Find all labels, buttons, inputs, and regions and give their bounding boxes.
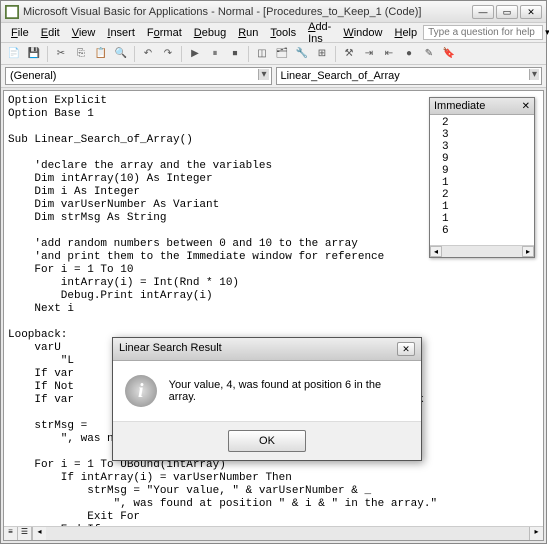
menu-view[interactable]: View xyxy=(66,25,102,41)
menu-debug[interactable]: Debug xyxy=(188,25,232,41)
undo-button[interactable]: ↶ xyxy=(139,45,157,63)
save-button[interactable]: 💾 xyxy=(25,45,43,63)
view-tab2-icon[interactable]: ☰ xyxy=(18,527,32,540)
menu-edit[interactable]: Edit xyxy=(35,25,66,41)
outdent-button[interactable]: ⇤ xyxy=(380,45,398,63)
dropdown-row: (General) Linear_Search_of_Array xyxy=(1,65,546,88)
immediate-value: 6 xyxy=(434,225,530,237)
scroll-left-icon[interactable]: ◂ xyxy=(32,527,46,540)
ok-button[interactable]: OK xyxy=(228,430,306,452)
message-box: Linear Search Result ✕ i Your value, 4, … xyxy=(112,337,422,461)
immediate-value: 3 xyxy=(434,141,530,153)
object-combo[interactable]: (General) xyxy=(5,67,272,85)
maximize-button[interactable]: ▭ xyxy=(496,5,518,19)
menu-help[interactable]: Help xyxy=(388,25,423,41)
immediate-value: 9 xyxy=(434,153,530,165)
menu-file[interactable]: File xyxy=(5,25,35,41)
help-search-input[interactable] xyxy=(423,25,543,40)
menu-run[interactable]: Run xyxy=(232,25,264,41)
design-mode-button[interactable]: ◫ xyxy=(253,45,271,63)
code-editor[interactable]: Option Explicit Option Base 1 Sub Linear… xyxy=(3,90,544,541)
find-button[interactable]: 🔍 xyxy=(112,45,130,63)
titlebar: Microsoft Visual Basic for Applications … xyxy=(1,1,546,23)
window-title: Microsoft Visual Basic for Applications … xyxy=(23,6,472,18)
procedure-combo[interactable]: Linear_Search_of_Array xyxy=(276,67,543,85)
immediate-body[interactable]: 2 3 3 9 9 1 2 1 1 6 xyxy=(430,115,534,245)
editor-hscrollbar[interactable]: ≡ ☰ ◂ ▸ xyxy=(4,526,543,540)
copy-button[interactable]: ⎘ xyxy=(72,45,90,63)
scroll-right-icon[interactable]: ▸ xyxy=(522,246,534,257)
paste-button[interactable]: 📋 xyxy=(92,45,110,63)
msgbox-titlebar: Linear Search Result ✕ xyxy=(113,338,421,361)
menubar: File Edit View Insert Format Debug Run T… xyxy=(1,23,546,43)
view-tab-icon[interactable]: ≡ xyxy=(4,527,18,540)
bookmark-button[interactable]: 🔖 xyxy=(440,45,458,63)
comment-button[interactable]: ✎ xyxy=(420,45,438,63)
view-code-button[interactable]: 📄 xyxy=(5,45,23,63)
menu-tools[interactable]: Tools xyxy=(264,25,302,41)
menu-insert[interactable]: Insert xyxy=(101,25,141,41)
menu-format[interactable]: Format xyxy=(141,25,188,41)
minimize-button[interactable]: — xyxy=(472,5,494,19)
msgbox-close-button[interactable]: ✕ xyxy=(397,342,415,356)
object-browser-button[interactable]: ⊞ xyxy=(313,45,331,63)
run-button[interactable]: ▶ xyxy=(186,45,204,63)
cut-button[interactable]: ✂ xyxy=(52,45,70,63)
breakpoint-button[interactable]: ● xyxy=(400,45,418,63)
immediate-close-icon[interactable]: ✕ xyxy=(522,101,530,112)
immediate-value: 2 xyxy=(434,117,530,129)
immediate-title: Immediate xyxy=(434,100,485,112)
msgbox-body: i Your value, 4, was found at position 6… xyxy=(113,361,421,421)
info-icon: i xyxy=(125,375,157,407)
project-explorer-button[interactable]: 🗂 xyxy=(273,45,291,63)
scroll-left-icon[interactable]: ◂ xyxy=(430,246,442,257)
immediate-titlebar: Immediate ✕ xyxy=(430,98,534,115)
reset-button[interactable]: ⏹ xyxy=(226,45,244,63)
immediate-value: 9 xyxy=(434,165,530,177)
toolbar-main: 📄 💾 ✂ ⎘ 📋 🔍 ↶ ↷ ▶ ⏸ ⏹ ◫ 🗂 🔧 ⊞ ⚒ ⇥ ⇤ ● ✎ … xyxy=(1,43,546,65)
break-button[interactable]: ⏸ xyxy=(206,45,224,63)
msgbox-title: Linear Search Result xyxy=(119,342,222,356)
help-dropdown-icon[interactable]: ▾ xyxy=(543,27,549,38)
redo-button[interactable]: ↷ xyxy=(159,45,177,63)
indent-button[interactable]: ⇥ xyxy=(360,45,378,63)
immediate-value: 3 xyxy=(434,129,530,141)
object-combo-value: (General) xyxy=(10,70,56,82)
procedure-combo-value: Linear_Search_of_Array xyxy=(281,70,400,82)
vba-icon xyxy=(5,5,19,19)
scroll-right-icon[interactable]: ▸ xyxy=(529,527,543,540)
close-button[interactable]: ✕ xyxy=(520,5,542,19)
immediate-hscrollbar[interactable]: ◂ ▸ xyxy=(430,245,534,257)
window-buttons: — ▭ ✕ xyxy=(472,5,542,19)
immediate-window[interactable]: Immediate ✕ 2 3 3 9 9 1 2 1 1 6 ◂ ▸ xyxy=(429,97,535,258)
immediate-value: 1 xyxy=(434,213,530,225)
menu-window[interactable]: Window xyxy=(337,25,388,41)
properties-button[interactable]: 🔧 xyxy=(293,45,311,63)
msgbox-text: Your value, 4, was found at position 6 i… xyxy=(169,379,409,403)
immediate-value: 1 xyxy=(434,201,530,213)
immediate-value: 2 xyxy=(434,189,530,201)
app-window: Microsoft Visual Basic for Applications … xyxy=(0,0,547,544)
toolbox-button[interactable]: ⚒ xyxy=(340,45,358,63)
immediate-value: 1 xyxy=(434,177,530,189)
msgbox-footer: OK xyxy=(113,421,421,460)
